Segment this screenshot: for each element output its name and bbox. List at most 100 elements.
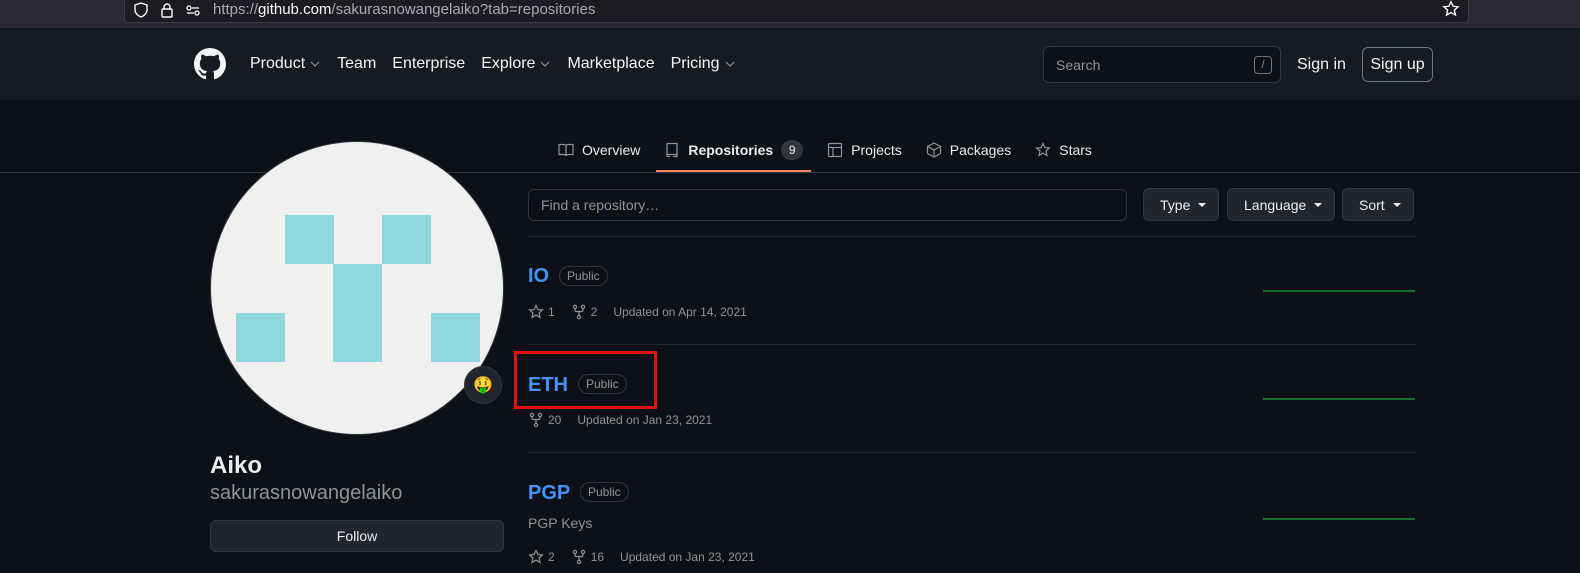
language-filter-button[interactable]: Language xyxy=(1227,188,1336,221)
find-repository-input[interactable]: Find a repository… xyxy=(528,189,1127,221)
identicon-block xyxy=(431,313,480,362)
url-prefix: https:// xyxy=(213,1,259,18)
follow-button[interactable]: Follow xyxy=(210,520,504,552)
search-input[interactable]: Search / xyxy=(1043,46,1281,83)
nav-product[interactable]: Product xyxy=(250,55,321,73)
table-icon xyxy=(828,142,843,158)
sort-filter-label: Sort xyxy=(1359,196,1385,213)
tab-packages-label: Packages xyxy=(949,142,1012,158)
profile-tabs: Overview Repositories 9 Projects Package… xyxy=(550,128,1108,172)
nav-marketplace[interactable]: Marketplace xyxy=(567,55,654,73)
repo-updated: Updated on Apr 14, 2021 xyxy=(613,305,747,319)
caret-down-icon xyxy=(1314,202,1323,207)
nav-explore-label: Explore xyxy=(481,55,536,72)
shield-icon[interactable] xyxy=(133,2,149,18)
repo-meta: 20 Updated on Jan 23, 2021 xyxy=(528,412,712,428)
repo-meta: 1 2 Updated on Apr 14, 2021 xyxy=(528,304,747,320)
chevron-down-icon xyxy=(310,61,320,67)
lock-icon[interactable] xyxy=(159,2,175,18)
type-filter-button[interactable]: Type xyxy=(1143,188,1220,221)
nav-pricing-label: Pricing xyxy=(670,55,720,72)
bookmark-star-icon[interactable] xyxy=(1442,0,1460,18)
repo-stars[interactable]: 2 xyxy=(528,549,555,565)
repo-name-link[interactable]: IO xyxy=(528,265,549,288)
url-text[interactable]: https://github.com/sakurasnowangelaiko?t… xyxy=(213,1,595,18)
star-icon xyxy=(528,549,544,564)
activity-sparkline xyxy=(1263,518,1415,520)
activity-sparkline xyxy=(1263,290,1415,292)
tab-repositories[interactable]: Repositories 9 xyxy=(656,128,811,172)
tab-projects-label: Projects xyxy=(851,142,902,158)
profile-name: Aiko xyxy=(210,452,263,479)
tab-projects[interactable]: Projects xyxy=(819,128,910,172)
nav-pricing[interactable]: Pricing xyxy=(671,55,736,73)
repo-updated: Updated on Jan 23, 2021 xyxy=(620,550,755,564)
annotation-highlight-box xyxy=(514,351,657,409)
status-emoji-icon[interactable]: 🤑 xyxy=(464,366,502,404)
browser-toolbar: https://github.com/sakurasnowangelaiko?t… xyxy=(0,0,1580,28)
header-nav: Product Team Enterprise Explore Marketpl… xyxy=(250,55,752,73)
repo-icon xyxy=(666,142,679,158)
sort-filter-button[interactable]: Sort xyxy=(1342,188,1414,221)
nav-enterprise-label: Enterprise xyxy=(392,55,466,72)
divider xyxy=(528,452,1417,453)
nav-enterprise[interactable]: Enterprise xyxy=(392,55,465,73)
caret-down-icon xyxy=(1392,202,1401,207)
repo-updated: Updated on Jan 23, 2021 xyxy=(577,413,713,427)
find-repository-placeholder: Find a repository… xyxy=(541,197,660,213)
repo-stars-count: 2 xyxy=(548,550,555,564)
repositories-count-badge: 9 xyxy=(781,140,804,160)
permissions-icon[interactable] xyxy=(185,2,201,18)
tab-overview-label: Overview xyxy=(582,142,641,158)
sign-up-button[interactable]: Sign up xyxy=(1362,47,1433,82)
tabs-divider xyxy=(0,172,1580,173)
tab-repositories-label: Repositories xyxy=(688,142,774,158)
url-path: /sakurasnowangelaiko?tab=repositories xyxy=(331,1,596,18)
address-bar[interactable]: https://github.com/sakurasnowangelaiko?t… xyxy=(124,0,1469,23)
nav-explore[interactable]: Explore xyxy=(481,55,551,73)
nav-marketplace-label: Marketplace xyxy=(567,55,655,72)
repo-forks-count: 2 xyxy=(590,305,598,319)
tab-packages[interactable]: Packages xyxy=(918,128,1019,172)
chevron-down-icon xyxy=(541,61,550,67)
repo-forks[interactable]: 16 xyxy=(571,549,604,565)
chevron-down-icon xyxy=(725,61,734,67)
type-filter-label: Type xyxy=(1160,196,1191,213)
sign-in-link[interactable]: Sign in xyxy=(1297,56,1346,74)
language-filter-label: Language xyxy=(1244,196,1307,213)
site-header: Product Team Enterprise Explore Marketpl… xyxy=(0,28,1580,100)
fork-icon xyxy=(572,549,585,565)
repo-forks-count: 16 xyxy=(590,550,605,564)
divider xyxy=(528,344,1417,345)
tab-stars[interactable]: Stars xyxy=(1027,128,1100,172)
nav-product-label: Product xyxy=(250,55,306,72)
profile-login: sakurasnowangelaiko xyxy=(210,482,403,504)
activity-sparkline xyxy=(1263,398,1415,400)
repo-stars[interactable]: 1 xyxy=(528,304,555,320)
github-logo-icon[interactable] xyxy=(194,48,226,80)
visibility-badge: Public xyxy=(580,482,629,502)
nav-team[interactable]: Team xyxy=(337,55,376,73)
fork-icon xyxy=(572,304,585,320)
search-shortcut-key: / xyxy=(1254,56,1272,74)
repo-meta: 2 16 Updated on Jan 23, 2021 xyxy=(528,549,755,565)
identicon-block xyxy=(236,313,285,362)
star-icon xyxy=(1035,142,1051,157)
visibility-badge: Public xyxy=(559,266,608,286)
tab-overview[interactable]: Overview xyxy=(550,128,648,172)
repo-forks[interactable]: 2 xyxy=(571,304,598,320)
search-placeholder: Search xyxy=(1056,57,1101,73)
identicon-block xyxy=(333,264,382,362)
repo-name-link[interactable]: PGP xyxy=(528,482,570,505)
repo-forks[interactable]: 20 xyxy=(528,412,561,428)
url-host: github.com xyxy=(258,1,332,18)
divider xyxy=(528,236,1417,237)
avatar[interactable] xyxy=(210,141,504,435)
identicon-block xyxy=(285,215,334,264)
package-icon xyxy=(926,142,941,158)
repo-stars-count: 1 xyxy=(548,305,555,319)
repo-forks-count: 20 xyxy=(548,413,562,427)
tab-stars-label: Stars xyxy=(1059,142,1092,158)
book-icon xyxy=(558,143,574,157)
nav-team-label: Team xyxy=(337,55,377,72)
